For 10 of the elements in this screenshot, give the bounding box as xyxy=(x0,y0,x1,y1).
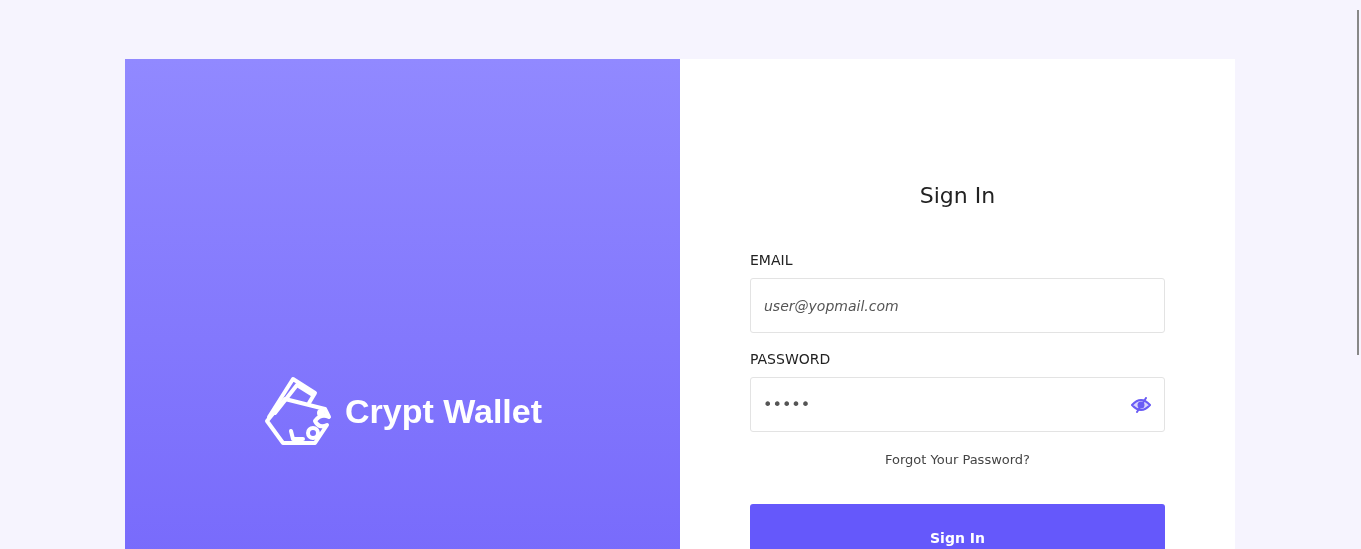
sign-in-button[interactable]: Sign In xyxy=(750,504,1165,549)
field-label: EMAIL xyxy=(750,252,794,268)
email-field[interactable]: user@yopmail.com xyxy=(750,278,1165,333)
eye-slash-icon[interactable] xyxy=(1131,396,1151,413)
password-field[interactable]: ••••• xyxy=(750,377,1165,432)
brand-name: Crypt Wallet xyxy=(344,391,543,431)
forgot-password-link[interactable]: Forgot Your Password? xyxy=(885,452,1030,467)
scrollbar[interactable] xyxy=(1357,10,1359,355)
form-title: Sign In xyxy=(918,183,997,208)
field-label: PASSWORD xyxy=(750,351,832,367)
